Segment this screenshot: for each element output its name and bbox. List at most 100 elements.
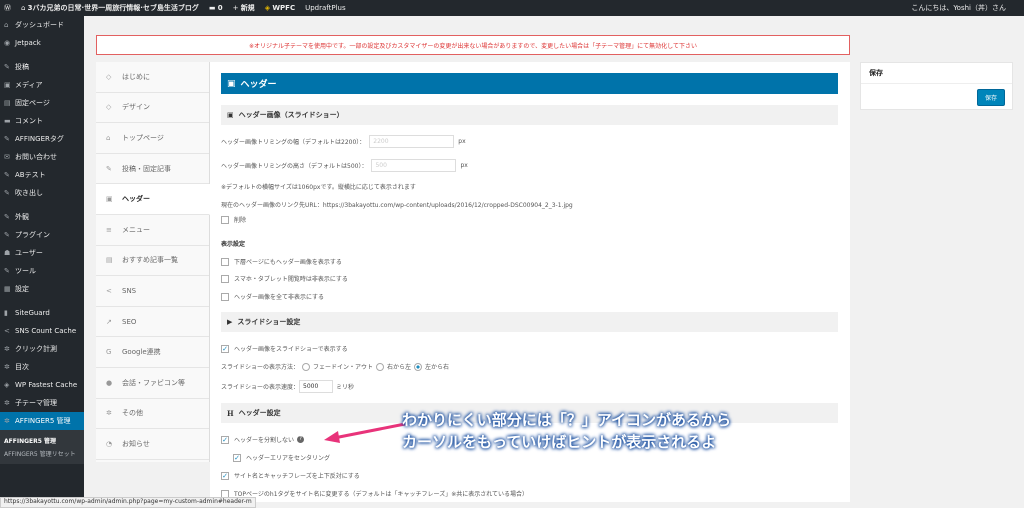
tab-icon: ↗: [106, 317, 112, 326]
help-icon[interactable]: ?: [297, 436, 305, 443]
sidebar-item[interactable]: ▮ SiteGuard: [0, 304, 84, 322]
settings-tab[interactable]: G Google連携: [96, 337, 209, 368]
settings-tab[interactable]: ◇ デザイン: [96, 93, 209, 124]
d3-label: ヘッダー画像を全て非表示にする: [234, 294, 325, 301]
width-input[interactable]: 2200: [369, 135, 455, 148]
h-icon: H: [227, 408, 234, 418]
sidebar-item-label: コメント: [15, 117, 43, 125]
display-settings-label: 表示設定: [221, 241, 246, 248]
status-bar: https://3bakayottu.com/wp-admin/admin.ph…: [0, 497, 256, 508]
shield-icon: ◈: [264, 4, 271, 12]
height-input[interactable]: 500: [371, 159, 457, 172]
no-split-checkbox[interactable]: ✓: [221, 435, 229, 444]
tab-label: はじめに: [122, 72, 150, 81]
tab-label: メニュー: [122, 225, 150, 234]
no-split-label: ヘッダーを分割しない: [234, 437, 295, 444]
annotation-line: わかりにくい部分には「？」アイコンがあるから: [402, 411, 731, 429]
sidebar-item[interactable]: ▣ メディア: [0, 76, 84, 94]
settings-tab[interactable]: ▣ ヘッダー: [96, 184, 210, 215]
sidebar-item-label: Jetpack: [15, 39, 41, 47]
section-slideshow: ▶ スライドショー設定: [221, 312, 838, 332]
sidebar-item-label: ユーザー: [15, 249, 43, 257]
sidebar-item-label: 固定ページ: [15, 99, 50, 107]
tab-icon: ▤: [106, 256, 113, 265]
speed-input[interactable]: 5000: [299, 380, 334, 393]
sidebar-item[interactable]: ▤ 固定ページ: [0, 94, 84, 112]
new-content-link[interactable]: + 新規: [233, 3, 255, 13]
d1-label: 下層ページにもヘッダー画像を表示する: [234, 259, 342, 266]
sidebar-item[interactable]: ▦ 設定: [0, 280, 84, 298]
center-checkbox[interactable]: ✓: [233, 453, 241, 462]
settings-tab[interactable]: ✲ その他: [96, 399, 209, 430]
menu-icon: ▣: [4, 81, 11, 89]
menu-icon: ✎: [4, 171, 10, 179]
sidebar-item[interactable]: ✎ 吹き出し: [0, 184, 84, 202]
px-unit: px: [458, 138, 466, 145]
submenu-item[interactable]: AFFINGER5 管理: [0, 434, 84, 447]
d2-checkbox[interactable]: [221, 274, 229, 283]
d1-checkbox[interactable]: [221, 257, 229, 266]
tab-icon: ●: [106, 378, 113, 387]
user-greeting[interactable]: こんにちは、Yoshi（丼）さん: [911, 3, 1006, 13]
sidebar-item-label: ツール: [15, 267, 36, 275]
sidebar-item[interactable]: ✎ ABテスト: [0, 166, 84, 184]
sidebar-item-label: 外観: [15, 213, 29, 221]
tab-icon: ◇: [106, 103, 112, 112]
sidebar-item[interactable]: ✎ ツール: [0, 262, 84, 280]
sidebar-item[interactable]: ✲ クリック計測: [0, 340, 84, 358]
tab-icon: ✲: [106, 409, 112, 418]
settings-tab[interactable]: ▤ おすすめ記事一覧: [96, 246, 209, 277]
sidebar-item[interactable]: ✎ 外観: [0, 208, 84, 226]
save-button[interactable]: 保存: [976, 89, 1005, 106]
slideshow-checkbox[interactable]: ✓: [221, 344, 229, 353]
sidebar-item[interactable]: ◈ WP Fastest Cache: [0, 376, 84, 394]
tab-icon: G: [106, 348, 112, 357]
reverse-checkbox[interactable]: ✓: [221, 471, 229, 480]
settings-tab[interactable]: < SNS: [96, 276, 209, 307]
section-header-image: ▣ ヘッダー画像（スライドショー）: [221, 105, 838, 125]
rtl-radio[interactable]: [376, 362, 385, 371]
sidebar-item[interactable]: ✎ 投稿: [0, 58, 84, 76]
wpfc-link[interactable]: ◈ WPFC: [265, 4, 295, 12]
tab-label: 投稿・固定記事: [122, 164, 171, 173]
site-name-link[interactable]: ⌂ 3バカ兄弟の日常·世界一周旅行情報·セブ島生活ブログ: [21, 3, 199, 13]
ltr-radio[interactable]: [414, 362, 423, 371]
tab-label: お知らせ: [122, 439, 150, 448]
settings-tab[interactable]: ⌂ トップページ: [96, 123, 209, 154]
sidebar-item[interactable]: ✎ プラグイン: [0, 226, 84, 244]
comments-link[interactable]: ▬ 0: [209, 4, 223, 12]
d3-checkbox[interactable]: [221, 292, 229, 301]
settings-tab[interactable]: ✎ 投稿・固定記事: [96, 154, 209, 185]
settings-tab[interactable]: ● 会話・ファビコン等: [96, 368, 209, 399]
delete-checkbox[interactable]: [221, 215, 229, 224]
sidebar-item[interactable]: ✉ お問い合わせ: [0, 148, 84, 166]
sidebar-item[interactable]: ✲ 目次: [0, 358, 84, 376]
tab-icon: ≡: [106, 225, 112, 234]
sidebar-item[interactable]: ✲ AFFINGER5 管理: [0, 412, 84, 430]
updraftplus-link[interactable]: UpdraftPlus: [305, 4, 346, 12]
sidebar-item[interactable]: ▬ コメント: [0, 112, 84, 130]
menu-icon: ✎: [4, 231, 10, 239]
sidebar-item[interactable]: ◉ Jetpack: [0, 34, 84, 52]
sidebar-item[interactable]: ✎ AFFINGERタグ: [0, 130, 84, 148]
tab-label: おすすめ記事一覧: [122, 256, 178, 265]
sidebar-item[interactable]: < SNS Count Cache: [0, 322, 84, 340]
settings-tab[interactable]: ◇ はじめに: [96, 62, 209, 93]
sidebar-item[interactable]: ✲ 子テーマ管理: [0, 394, 84, 412]
ms-unit: ミリ秒: [336, 384, 355, 391]
sidebar-item[interactable]: ⌂ ダッシュボード: [0, 16, 84, 34]
menu-icon: ◈: [4, 381, 10, 389]
menu-icon: ▦: [4, 285, 11, 293]
fade-radio[interactable]: [302, 362, 311, 371]
submenu-item[interactable]: AFFINGER5 管理リセット: [0, 447, 84, 460]
d2-label: スマホ・タブレット閲覧時は非表示にする: [234, 276, 348, 283]
menu-icon: ▮: [4, 309, 8, 317]
width-label: ヘッダー画像トリミングの幅（デフォルトは2200）：: [221, 139, 366, 146]
sidebar-item[interactable]: ☗ ユーザー: [0, 244, 84, 262]
tab-label: Google連携: [122, 348, 161, 357]
wordpress-logo-icon[interactable]: Ⓦ: [4, 3, 11, 13]
settings-tab[interactable]: ≡ メニュー: [96, 215, 209, 246]
settings-tab[interactable]: ↗ SEO: [96, 307, 209, 338]
settings-tab[interactable]: ◔ お知らせ: [96, 429, 209, 460]
section-title: ▣ ヘッダー: [221, 73, 838, 94]
